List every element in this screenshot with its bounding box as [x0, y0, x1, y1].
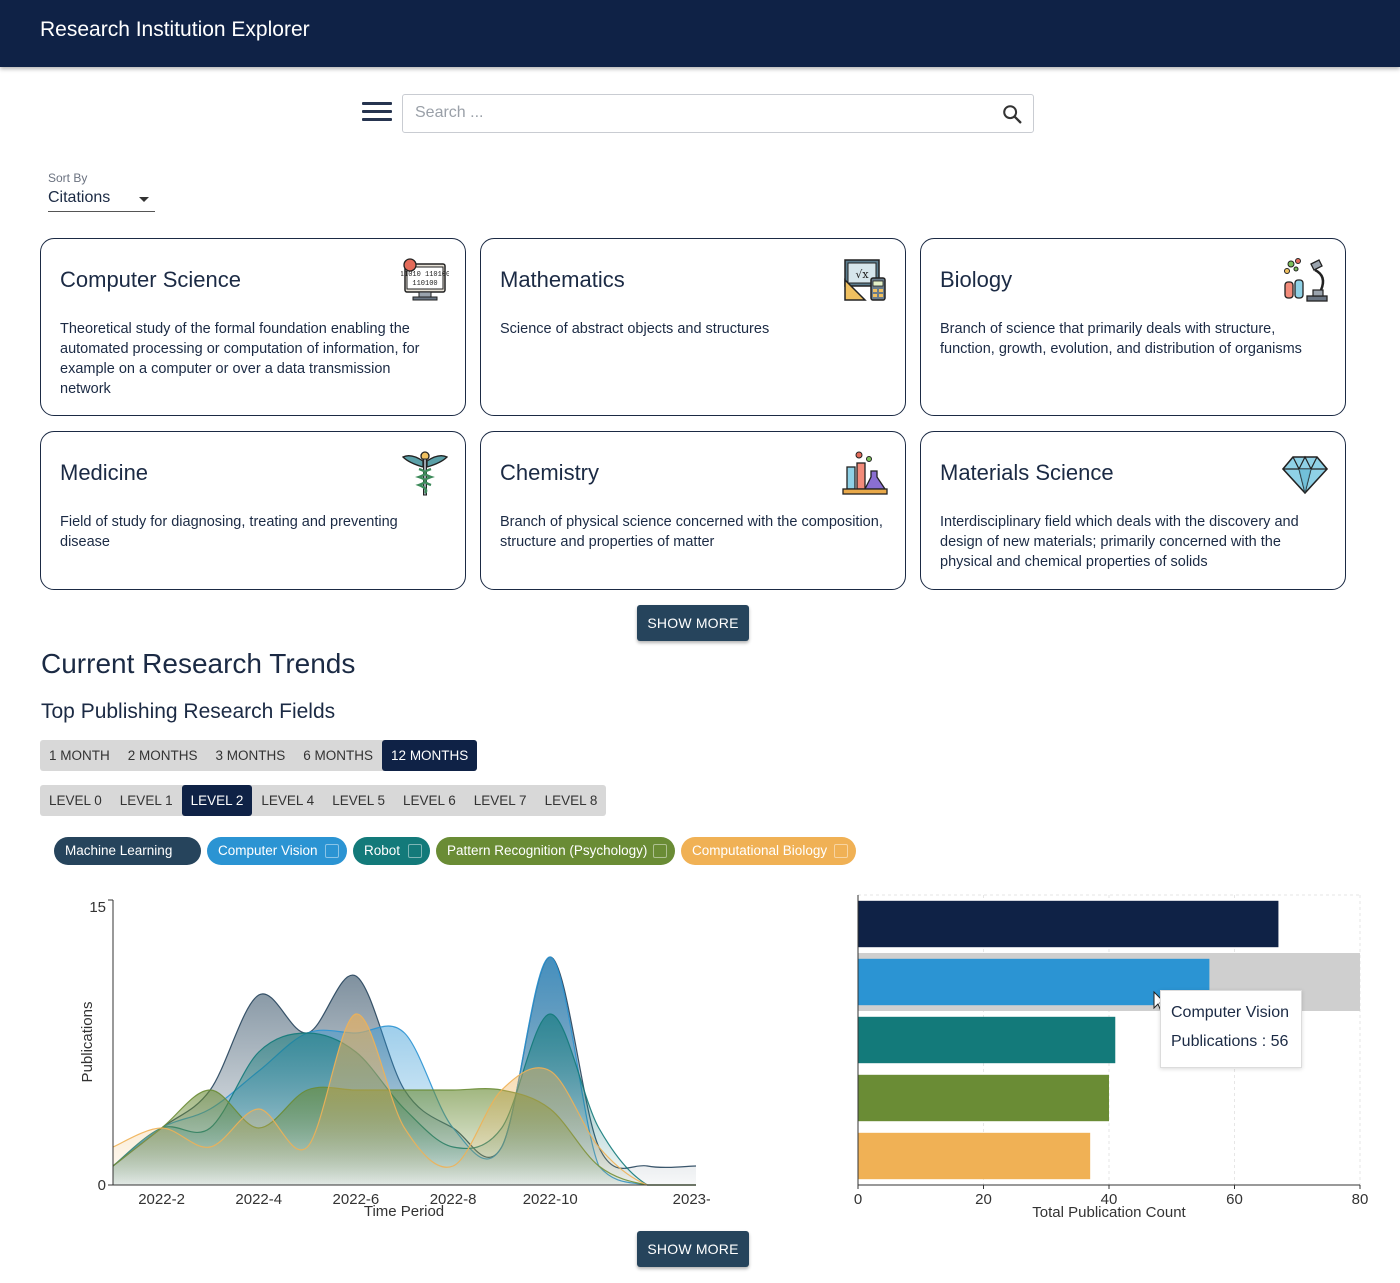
card-title: Biology: [940, 267, 1013, 292]
card-description: Interdisciplinary field which deals with…: [940, 514, 1299, 570]
tooltip-value: Publications : 56: [1171, 1033, 1289, 1050]
x-tick-label: 20: [975, 1191, 992, 1208]
card-title: Computer Science: [60, 267, 241, 292]
area-series-group: [112, 956, 697, 1186]
y-tick-label: 15: [89, 899, 106, 916]
microscope-icon: [1284, 258, 1328, 302]
field-card-biology[interactable]: Biology Branch of science that primarily…: [920, 238, 1346, 416]
search-bar: [402, 94, 1034, 133]
chip-pattern-recognition[interactable]: Pattern Recognition (Psychology): [436, 837, 675, 865]
level-0[interactable]: LEVEL 0: [40, 785, 111, 816]
sort-by-value: Citations: [48, 189, 111, 206]
field-card-medicine[interactable]: Medicine Field of study for diagnosing, …: [40, 431, 466, 590]
period-12-months[interactable]: 12 MONTHS: [382, 740, 478, 771]
bar-machine-learning[interactable]: [858, 900, 1279, 948]
card-description: Science of abstract objects and structur…: [500, 321, 770, 337]
tooltip-title: Computer Vision: [1171, 1004, 1289, 1021]
svg-text:110100: 110100: [412, 280, 437, 288]
sort-by-label: Sort By: [48, 171, 88, 185]
level-6[interactable]: LEVEL 6: [394, 785, 465, 816]
chevron-down-icon: [139, 197, 149, 202]
show-more-trends-button[interactable]: SHOW MORE: [637, 1231, 749, 1267]
chip-computational-biology[interactable]: Computational Biology: [681, 837, 856, 865]
field-card-materials-science[interactable]: Materials Science Interdisciplinary fiel…: [920, 431, 1346, 590]
field-card-computer-science[interactable]: Computer Science Theoretical study of th…: [40, 238, 466, 416]
bar-pattern-recognition-psychology-[interactable]: [858, 1074, 1109, 1122]
search-input[interactable]: [415, 95, 975, 131]
x-tick-label: 2023-1: [673, 1191, 710, 1208]
trends-heading: Current Research Trends: [41, 648, 356, 679]
period-selector: 1 MONTH 2 MONTHS 3 MONTHS 6 MONTHS 12 MO…: [40, 740, 478, 771]
external-link-icon[interactable]: [325, 844, 339, 858]
card-description: Field of study for diagnosing, treating …: [60, 514, 398, 550]
period-3-months[interactable]: 3 MONTHS: [207, 740, 295, 771]
external-link-icon[interactable]: [408, 844, 422, 858]
binary-text-1: 11010 110100: [401, 271, 449, 279]
chip-label: Pattern Recognition (Psychology): [447, 843, 648, 858]
bar-computational-biology[interactable]: [858, 1132, 1091, 1180]
app-header: Research Institution Explorer: [0, 0, 1400, 67]
chip-machine-learning[interactable]: Machine Learning: [54, 837, 201, 865]
x-axis-title: Total Publication Count: [1032, 1204, 1186, 1221]
level-selector: LEVEL 0 LEVEL 1 LEVEL 2 LEVEL 4 LEVEL 5 …: [40, 785, 607, 816]
search-icon[interactable]: [1001, 103, 1023, 125]
field-card-chemistry[interactable]: Chemistry Branch of physical science con…: [480, 431, 906, 590]
card-description: Branch of science that primarily deals w…: [940, 321, 1302, 357]
menu-icon[interactable]: [362, 102, 392, 124]
chip-label: Machine Learning: [65, 843, 173, 858]
level-7[interactable]: LEVEL 7: [465, 785, 536, 816]
level-4[interactable]: LEVEL 4: [252, 785, 323, 816]
period-2-months[interactable]: 2 MONTHS: [119, 740, 207, 771]
external-link-icon[interactable]: [653, 844, 667, 858]
chip-label: Computer Vision: [218, 843, 318, 858]
x-tick-label: 60: [1226, 1191, 1243, 1208]
show-more-fields-button[interactable]: SHOW MORE: [637, 605, 749, 641]
chemistry-flask-icon: [842, 451, 888, 495]
caduceus-icon: [401, 451, 449, 496]
level-5[interactable]: LEVEL 5: [323, 785, 394, 816]
x-axis-title: Time Period: [364, 1203, 444, 1220]
x-tick-label: 80: [1352, 1191, 1369, 1208]
sort-by-dropdown[interactable]: Citations: [48, 189, 155, 212]
x-tick-label: 2022-10: [523, 1191, 578, 1208]
sort-by-select: Sort By Citations: [48, 171, 155, 212]
x-tick-label: 2022-4: [235, 1191, 282, 1208]
card-title: Medicine: [60, 460, 149, 485]
card-description: Branch of physical science concerned wit…: [500, 514, 883, 550]
field-card-mathematics[interactable]: Mathematics Science of abstract objects …: [480, 238, 906, 416]
app-title: Research Institution Explorer: [40, 18, 310, 41]
y-axis-title: Publications: [79, 1002, 96, 1083]
y-tick-label: 0: [98, 1177, 106, 1194]
diamond-icon: [1281, 455, 1329, 495]
period-6-months[interactable]: 6 MONTHS: [294, 740, 382, 771]
chip-computer-vision[interactable]: Computer Vision: [207, 837, 347, 865]
period-1-month[interactable]: 1 MONTH: [40, 740, 119, 771]
external-link-icon[interactable]: [834, 844, 848, 858]
card-title: Mathematics: [500, 267, 625, 292]
x-tick-label: 2022-2: [138, 1191, 185, 1208]
level-8[interactable]: LEVEL 8: [536, 785, 607, 816]
card-title: Materials Science: [940, 460, 1114, 485]
card-description: Theoretical study of the formal foundati…: [60, 321, 420, 397]
level-1[interactable]: LEVEL 1: [111, 785, 182, 816]
bar-tooltip: Computer Vision Publications : 56: [1160, 990, 1302, 1068]
mathematics-icon: √x: [844, 259, 886, 301]
computer-science-icon: 11010 110100 110100: [401, 258, 449, 301]
chip-label: Computational Biology: [692, 843, 828, 858]
chip-robot[interactable]: Robot: [353, 837, 430, 865]
publications-area-chart: 15 0 2022-2 2022-4 2022-6 2022-8 2022-10 2023…: [79, 899, 710, 1220]
chip-label: Robot: [364, 843, 401, 858]
card-title: Chemistry: [500, 460, 600, 485]
svg-text:√x: √x: [855, 268, 869, 281]
x-tick-label: 0: [854, 1191, 862, 1208]
level-2[interactable]: LEVEL 2: [181, 785, 253, 816]
trends-subheading: Top Publishing Research Fields: [41, 700, 336, 723]
bar-robot[interactable]: [858, 1016, 1116, 1064]
